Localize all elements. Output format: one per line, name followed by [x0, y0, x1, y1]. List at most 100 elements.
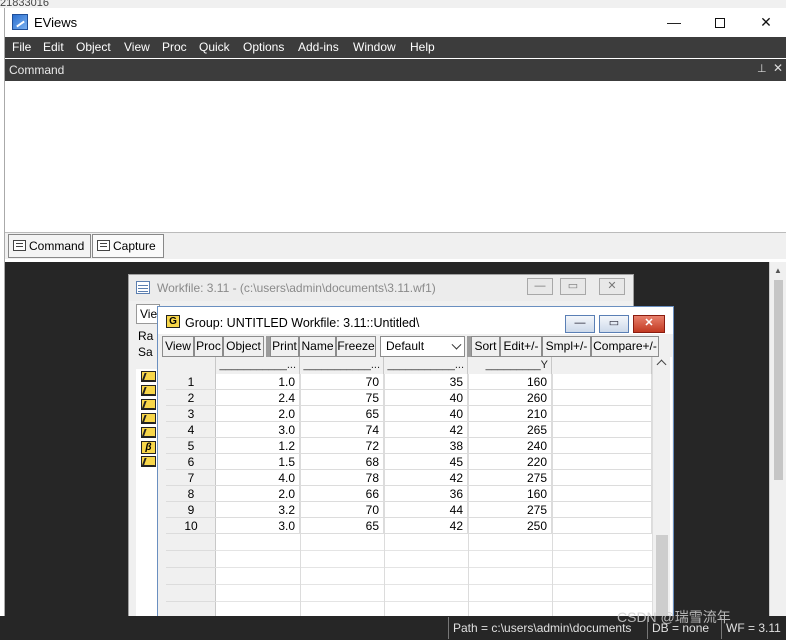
empty-row-header[interactable]	[166, 551, 216, 568]
row-header[interactable]: 1	[166, 374, 216, 390]
table-cell-empty[interactable]	[552, 486, 652, 502]
table-cell-empty[interactable]	[552, 454, 652, 470]
empty-row-header[interactable]	[166, 568, 216, 585]
menu-window[interactable]: Window	[353, 40, 396, 54]
workfile-minimize-button[interactable]: —	[527, 278, 553, 295]
edit-button[interactable]: Edit+/-	[500, 336, 542, 357]
table-cell-empty[interactable]	[552, 406, 652, 422]
table-cell[interactable]: 2.0	[216, 486, 300, 502]
group-close-button[interactable]: ✕	[633, 315, 665, 333]
table-cell[interactable]: 3.0	[216, 422, 300, 438]
row-header[interactable]: 3	[166, 406, 216, 422]
series-icon[interactable]	[141, 371, 156, 382]
empty-row-header[interactable]	[166, 585, 216, 602]
title-bar[interactable]: EViews — ✕	[5, 8, 786, 37]
column-header[interactable]: ___________...	[384, 357, 468, 374]
table-cell[interactable]: 3.0	[216, 518, 300, 534]
workfile-title-bar[interactable]: Workfile: 3.11 - (c:\users\admin\documen…	[129, 275, 633, 301]
empty-row-header[interactable]	[166, 534, 216, 551]
row-header[interactable]: 9	[166, 502, 216, 518]
workfile-sample-label[interactable]: Sa	[138, 345, 153, 359]
table-cell[interactable]: 42	[384, 422, 468, 438]
menu-file[interactable]: File	[12, 40, 31, 54]
tab-command[interactable]: Command	[8, 234, 91, 258]
table-cell[interactable]: 4.0	[216, 470, 300, 486]
table-cell-empty[interactable]	[552, 518, 652, 534]
maximize-button[interactable]	[697, 8, 743, 37]
pin-icon[interactable]: ⊥	[757, 62, 767, 75]
object-button[interactable]: Object	[223, 336, 264, 357]
table-cell[interactable]: 1.2	[216, 438, 300, 454]
workspace-scroll-thumb[interactable]	[774, 280, 783, 480]
proc-button[interactable]: Proc	[194, 336, 223, 357]
table-cell[interactable]: 72	[300, 438, 384, 454]
minimize-button[interactable]: —	[651, 8, 697, 37]
table-cell[interactable]: 40	[384, 390, 468, 406]
table-cell[interactable]: 240	[468, 438, 552, 454]
empty-grid-row[interactable]	[216, 551, 652, 568]
table-cell[interactable]: 275	[468, 502, 552, 518]
menu-addins[interactable]: Add-ins	[298, 40, 339, 54]
table-cell[interactable]: 45	[384, 454, 468, 470]
row-header[interactable]: 2	[166, 390, 216, 406]
freeze-button[interactable]: Freeze	[336, 336, 376, 357]
table-cell[interactable]: 35	[384, 374, 468, 390]
table-cell-empty[interactable]	[552, 438, 652, 454]
table-cell[interactable]: 74	[300, 422, 384, 438]
series-icon[interactable]	[141, 399, 156, 410]
table-cell[interactable]: 160	[468, 486, 552, 502]
table-cell[interactable]: 36	[384, 486, 468, 502]
menu-edit[interactable]: Edit	[43, 40, 64, 54]
command-pane-close-button[interactable]: ✕	[773, 61, 783, 75]
menu-view[interactable]: View	[124, 40, 150, 54]
table-cell-empty[interactable]	[552, 470, 652, 486]
close-button[interactable]: ✕	[743, 8, 786, 37]
table-cell[interactable]: 65	[300, 518, 384, 534]
empty-grid-row[interactable]	[216, 534, 652, 551]
table-cell-empty[interactable]	[552, 422, 652, 438]
row-header[interactable]: 6	[166, 454, 216, 470]
view-button[interactable]: View	[162, 336, 194, 357]
table-cell[interactable]: 275	[468, 470, 552, 486]
empty-grid-row[interactable]	[216, 585, 652, 602]
menu-options[interactable]: Options	[243, 40, 284, 54]
smpl-button[interactable]: Smpl+/-	[542, 336, 591, 357]
table-cell[interactable]: 210	[468, 406, 552, 422]
tab-capture[interactable]: Capture	[92, 234, 164, 258]
workfile-close-button[interactable]: ✕	[599, 278, 625, 295]
table-cell[interactable]: 78	[300, 470, 384, 486]
scroll-up-icon[interactable]	[656, 359, 667, 370]
workspace-scrollbar[interactable]: ▲	[769, 262, 786, 622]
row-header[interactable]: 7	[166, 470, 216, 486]
table-cell[interactable]: 2.0	[216, 406, 300, 422]
grid-vertical-scrollbar[interactable]	[652, 357, 670, 623]
table-cell[interactable]: 1.0	[216, 374, 300, 390]
display-format-select[interactable]: Default	[380, 336, 465, 357]
print-button[interactable]: Print	[270, 336, 299, 357]
table-cell[interactable]: 265	[468, 422, 552, 438]
spreadsheet-grid[interactable]: ___________... ___________... __________…	[166, 357, 672, 623]
table-cell[interactable]: 70	[300, 374, 384, 390]
table-cell-empty[interactable]	[552, 390, 652, 406]
row-header[interactable]: 4	[166, 422, 216, 438]
series-icon[interactable]	[141, 427, 156, 438]
table-cell[interactable]: 68	[300, 454, 384, 470]
series-icon[interactable]	[141, 413, 156, 424]
menu-quick[interactable]: Quick	[199, 40, 230, 54]
table-cell[interactable]: 40	[384, 406, 468, 422]
table-cell-empty[interactable]	[552, 374, 652, 390]
column-header-empty[interactable]	[552, 357, 652, 374]
table-cell[interactable]: 160	[468, 374, 552, 390]
group-minimize-button[interactable]: —	[565, 315, 595, 333]
table-cell[interactable]: 220	[468, 454, 552, 470]
table-cell[interactable]: 66	[300, 486, 384, 502]
group-title-bar[interactable]: G Group: UNTITLED Workfile: 3.11::Untitl…	[158, 307, 673, 334]
table-cell[interactable]: 2.4	[216, 390, 300, 406]
table-cell[interactable]: 42	[384, 470, 468, 486]
table-cell[interactable]: 70	[300, 502, 384, 518]
table-cell[interactable]: 260	[468, 390, 552, 406]
menu-proc[interactable]: Proc	[162, 40, 187, 54]
command-input-area[interactable]	[5, 81, 786, 233]
compare-button[interactable]: Compare+/-	[591, 336, 659, 357]
name-button[interactable]: Name	[299, 336, 336, 357]
